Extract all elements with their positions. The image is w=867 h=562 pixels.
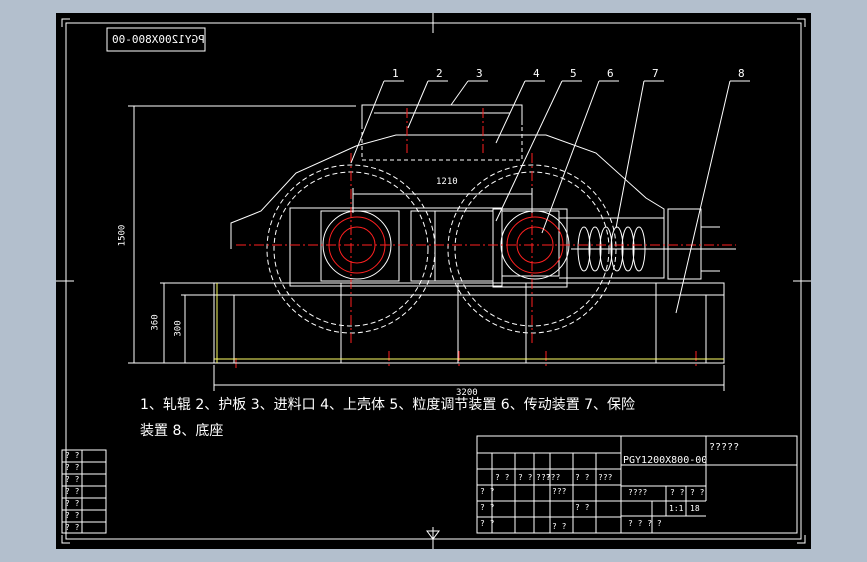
balloon-4: 4 — [533, 67, 540, 80]
center-mark-bottom — [426, 527, 440, 549]
legend-line-2: 装置 8、底座 — [140, 423, 224, 439]
roll-outline-circles — [266, 164, 617, 334]
legend-line-1: 1、轧辊 2、护板 3、进料口 4、上壳体 5、粒度调节装置 6、传动装置 7、… — [140, 397, 636, 413]
mark-b: ? ? — [552, 522, 567, 531]
balloon-2: 2 — [436, 67, 443, 80]
mark-a: ? ? — [480, 519, 495, 528]
dim-base-height: 360 — [150, 314, 161, 331]
safety-spring — [571, 226, 736, 272]
mark-col-row2: ? ? — [480, 487, 495, 496]
left-cell: ? ? — [65, 511, 80, 520]
row-mark-4: ???? — [541, 473, 561, 482]
sheet-marks: ? ? ? ? — [628, 519, 662, 528]
row-mark-6: ??? — [598, 473, 613, 482]
leader-line-3 — [450, 80, 469, 106]
drawing-sheet: PGY1200X800-00 12345678 1210 3200 1500 3… — [56, 13, 811, 549]
base-frame — [213, 282, 725, 364]
row-mark-5: ? ? — [575, 473, 590, 482]
left-cell: ? ? — [65, 523, 80, 532]
mark-c: ? ? — [480, 503, 495, 512]
leader-line-5 — [495, 80, 563, 222]
balloon-1: 1 — [392, 67, 399, 80]
mark-col-row3: ??? — [552, 487, 567, 496]
scale-label: ? ? — [690, 488, 705, 497]
left-cell: ? ? — [65, 463, 80, 472]
weight-value: 18 — [690, 504, 700, 513]
title-drawing-number: PGY1200X800-00 — [623, 455, 708, 466]
drawing-code-mirrored: PGY1200X800-00 — [112, 33, 205, 46]
leader-line-6 — [541, 80, 600, 234]
scale-value: 1:1 — [669, 504, 684, 513]
mark-d: ? ? — [575, 503, 590, 512]
left-cell: ? ? — [65, 487, 80, 496]
left-cell: ? ? — [65, 451, 80, 460]
row-mark-2: ? ? — [518, 473, 533, 482]
left-cell: ? ? — [65, 499, 80, 508]
center-lines — [235, 108, 736, 368]
balloon-3: 3 — [476, 67, 483, 80]
balloon-5: 5 — [570, 67, 577, 80]
title-block-lines — [61, 435, 798, 534]
leader-line-7 — [615, 80, 645, 229]
row-mark-1: ? ? — [495, 473, 510, 482]
weight-label: ? ? — [670, 488, 685, 497]
title-drawing-name: ????? — [709, 442, 740, 453]
dim-center-distance: 1210 — [436, 177, 458, 187]
left-cell: ? ? — [65, 475, 80, 484]
stage-label: ???? — [628, 488, 648, 497]
leader-line-8 — [675, 80, 731, 314]
frame-body — [289, 207, 720, 288]
leader-line-4 — [495, 80, 526, 144]
balloon-7: 7 — [652, 67, 659, 80]
balloon-6: 6 — [607, 67, 614, 80]
dim-base-inner-height: 300 — [173, 320, 184, 337]
dim-total-height: 1500 — [117, 224, 128, 247]
cad-drawing-canvas — [56, 13, 811, 549]
leader-line-1 — [350, 80, 385, 164]
balloon-8: 8 — [738, 67, 745, 80]
